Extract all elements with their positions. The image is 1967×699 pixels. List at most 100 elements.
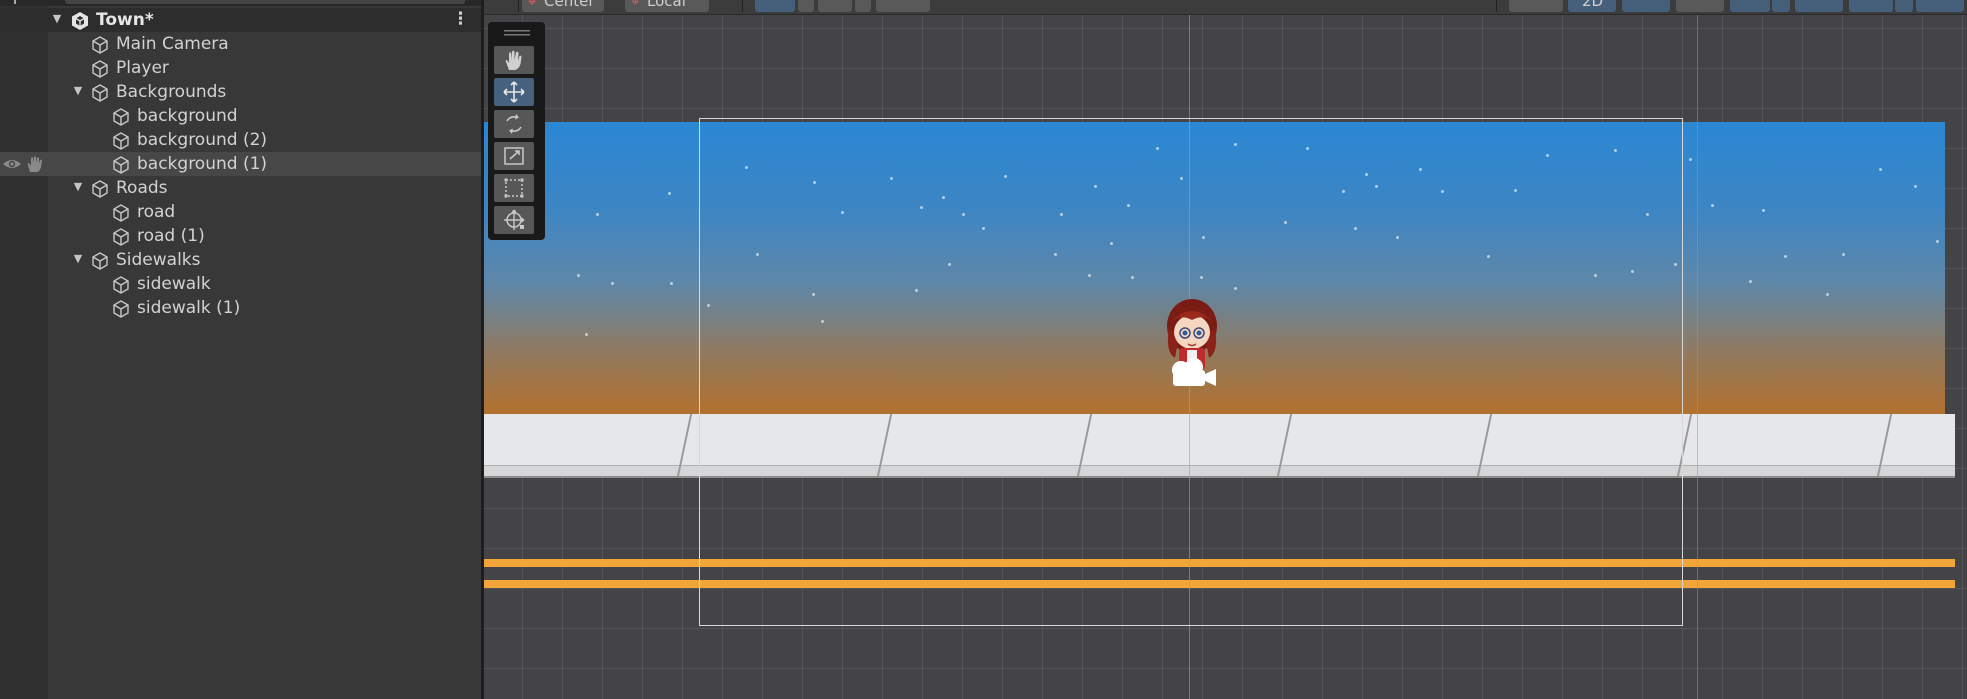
hierarchy-item-sidewalk-1[interactable]: sidewalk (1) xyxy=(0,296,481,320)
pickability-hand-icon[interactable] xyxy=(25,155,45,173)
hierarchy-item-player[interactable]: Player xyxy=(0,56,481,80)
star xyxy=(1879,167,1882,171)
scene-visibility-toggle[interactable] xyxy=(1795,0,1843,12)
scene-menu-icon[interactable]: ⋮ xyxy=(452,9,469,29)
road-line-upper[interactable] xyxy=(484,559,1955,567)
toolbar-separator xyxy=(518,0,519,12)
gameobject-cube-icon xyxy=(92,180,108,198)
star xyxy=(1088,274,1091,277)
grid-snapping-button[interactable] xyxy=(755,0,795,12)
hierarchy-search-input[interactable] xyxy=(65,0,465,4)
gameobject-cube-icon xyxy=(92,252,108,270)
star xyxy=(1127,203,1130,207)
incremental-snap-dropdown[interactable] xyxy=(855,0,871,12)
gameobject-cube-icon xyxy=(92,60,108,78)
visibility-eye-icon[interactable] xyxy=(2,155,22,173)
gizmos-toggle[interactable] xyxy=(1916,0,1964,12)
star xyxy=(1614,148,1617,152)
hierarchy-item-label: Sidewalks xyxy=(116,250,201,270)
sidewalk-curb xyxy=(484,465,1955,476)
road-line-lower[interactable] xyxy=(484,580,1955,588)
grid-snapping-dropdown[interactable] xyxy=(798,0,814,12)
rect-tool-button[interactable] xyxy=(494,174,534,202)
hierarchy-item-label: Roads xyxy=(116,178,168,198)
hierarchy-panel: ▼ Town* ⋮ Main Camera Player ▼ Backgroun… xyxy=(0,0,481,699)
pivot-mode-label: Center xyxy=(544,0,595,10)
hierarchy-item-label: background (2) xyxy=(137,130,268,150)
hierarchy-item-background-2[interactable]: background (2) xyxy=(0,128,481,152)
camera-gizmo-icon[interactable] xyxy=(1169,356,1219,390)
scene-view[interactable]: ⌖ Center ⌖ Local 2D xyxy=(484,0,1967,699)
hand-icon xyxy=(505,50,522,70)
foldout-expanded-icon[interactable]: ▼ xyxy=(71,252,85,266)
hierarchy-item-roads[interactable]: ▼ Roads xyxy=(0,176,481,200)
incremental-snap-button[interactable] xyxy=(818,0,852,12)
gameobject-cube-icon xyxy=(92,36,108,54)
star xyxy=(1784,255,1787,258)
shading-mode-dropdown[interactable] xyxy=(1509,0,1563,12)
toolbar-separator xyxy=(1496,0,1497,12)
hierarchy-item-label: Backgrounds xyxy=(116,82,227,102)
unity-scene-icon xyxy=(72,12,88,30)
gameobject-cube-icon xyxy=(113,132,129,150)
2d-mode-toggle[interactable]: 2D xyxy=(1568,0,1616,12)
hierarchy-item-label: background (1) xyxy=(137,154,268,174)
effects-dropdown[interactable] xyxy=(1772,0,1790,12)
hierarchy-item-background-1[interactable]: background (1) xyxy=(0,152,481,176)
scene-toolbar: ⌖ Center ⌖ Local 2D xyxy=(484,0,1967,15)
hierarchy-item-road-1[interactable]: road (1) xyxy=(0,224,481,248)
hierarchy-item-label: Main Camera xyxy=(116,34,229,54)
camera-settings-button[interactable] xyxy=(1849,0,1893,12)
foldout-expanded-icon[interactable]: ▼ xyxy=(71,84,85,98)
hierarchy-header xyxy=(0,0,481,6)
pivot-mode-dropdown[interactable]: ⌖ Center xyxy=(522,0,604,12)
grid-major-line xyxy=(1697,15,1698,699)
foldout-expanded-icon[interactable]: ▼ xyxy=(71,180,85,194)
star xyxy=(1826,293,1829,296)
lighting-toggle[interactable] xyxy=(1622,0,1670,12)
hierarchy-item-main-camera[interactable]: Main Camera xyxy=(0,32,481,56)
rotate-tool-button[interactable] xyxy=(494,110,534,138)
rotate-icon xyxy=(506,114,522,134)
star xyxy=(1749,279,1752,283)
sidewalk-sprite[interactable] xyxy=(484,414,1955,478)
star xyxy=(1419,167,1422,171)
star xyxy=(1396,236,1399,239)
star xyxy=(670,281,673,285)
star xyxy=(948,262,951,266)
toolbar-separator xyxy=(742,0,743,12)
star xyxy=(1202,236,1205,239)
hierarchy-item-backgrounds[interactable]: ▼ Backgrounds xyxy=(0,80,481,104)
gameobject-cube-icon xyxy=(113,108,129,126)
star xyxy=(1711,203,1714,207)
ruler-toggle-button[interactable] xyxy=(876,0,930,12)
star xyxy=(1131,275,1134,279)
add-icon[interactable] xyxy=(14,0,16,4)
star xyxy=(1375,184,1378,188)
star xyxy=(1234,142,1237,146)
star xyxy=(813,180,816,184)
scene-row[interactable]: ▼ Town* ⋮ xyxy=(0,8,481,32)
overlay-drag-handle-icon[interactable] xyxy=(504,28,530,38)
hand-tool-button[interactable] xyxy=(494,46,534,74)
2d-mode-label: 2D xyxy=(1582,0,1604,10)
audio-toggle[interactable] xyxy=(1676,0,1724,12)
foldout-expanded-icon[interactable]: ▼ xyxy=(50,12,64,26)
scale-tool-button[interactable] xyxy=(494,142,534,170)
star xyxy=(1936,239,1939,243)
pivot-rotation-dropdown[interactable]: ⌖ Local xyxy=(625,0,709,12)
star xyxy=(1594,274,1597,277)
camera-settings-dropdown[interactable] xyxy=(1895,0,1913,12)
star xyxy=(577,274,580,277)
effects-toggle[interactable] xyxy=(1730,0,1770,12)
move-tool-button[interactable] xyxy=(494,78,534,106)
hierarchy-item-sidewalks[interactable]: ▼ Sidewalks xyxy=(0,248,481,272)
hierarchy-item-sidewalk[interactable]: sidewalk xyxy=(0,272,481,296)
star xyxy=(611,281,614,285)
hierarchy-item-background[interactable]: background xyxy=(0,104,481,128)
hierarchy-item-label: background xyxy=(137,106,238,126)
hierarchy-item-road[interactable]: road xyxy=(0,200,481,224)
gameobject-cube-icon xyxy=(92,84,108,102)
transform-tool-button[interactable] xyxy=(494,206,534,234)
pivot-rotation-label: Local xyxy=(647,0,686,10)
